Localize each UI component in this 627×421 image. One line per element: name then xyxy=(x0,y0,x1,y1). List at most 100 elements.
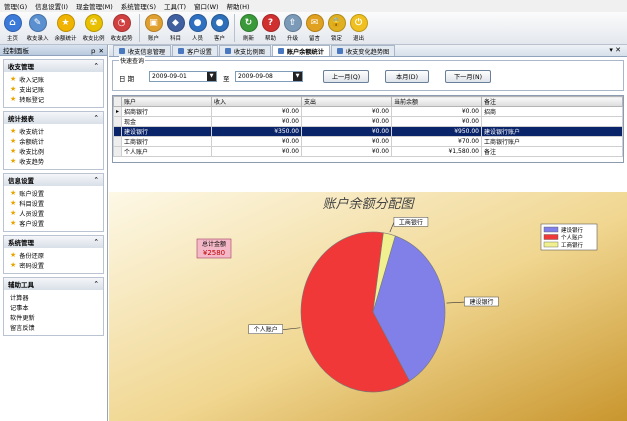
tab-1[interactable]: 客户设置 xyxy=(172,45,218,56)
star-icon: ★ xyxy=(10,209,17,217)
dropdown-arrow-icon[interactable]: ▼ xyxy=(293,72,302,81)
date-from-field[interactable]: 2009-09-01 ▼ xyxy=(149,71,217,82)
sidebar-item-label: 密码设置 xyxy=(19,262,45,270)
toolbar-button-4[interactable]: ◔ 收支趋势 xyxy=(108,12,135,44)
customer-icon: ● xyxy=(210,14,229,32)
sidebar-item[interactable]: ★ 账户设置 xyxy=(10,188,99,198)
total-amount-value: ¥2580 xyxy=(203,249,225,257)
sidebar-section-title: 信息设置 xyxy=(8,177,34,185)
close-tab-icon[interactable]: ▾ ✕ xyxy=(609,46,621,54)
sidebar-item[interactable]: 软件更新 xyxy=(10,312,99,322)
collapse-icon[interactable]: ⌃ xyxy=(94,238,99,246)
this-month-button[interactable]: 本月(D) xyxy=(385,70,429,83)
sidebar-item[interactable]: ★ 收支比例 xyxy=(10,146,99,156)
toolbar-button-2[interactable]: ★ 余额统计 xyxy=(52,12,79,44)
toolbar-button-label: 账户 xyxy=(147,36,159,42)
toolbar-button-6[interactable]: ◆ 科目 xyxy=(165,12,186,44)
menu-item-6[interactable]: 帮助(H) xyxy=(227,1,250,11)
row-header[interactable] xyxy=(113,146,122,157)
sidebar-item-label: 客户设置 xyxy=(19,220,45,228)
table-row[interactable]: 现金 ¥0.00 ¥0.00 ¥0.00 xyxy=(113,116,623,127)
toolbar-button-5[interactable]: ▣ 账户 xyxy=(143,12,164,44)
message-icon: ✉ xyxy=(305,14,324,32)
toolbar-button-3[interactable]: ☢ 收支比例 xyxy=(80,12,107,44)
collapse-icon[interactable]: ⌃ xyxy=(94,176,99,184)
toolbar-button-12[interactable]: ✉ 留言 xyxy=(304,12,325,44)
sidebar-section: 信息设置 ⌃ ★ 账户设置 ★ 科目设置 ★ 人员设置 ★ 客户设置 xyxy=(3,173,104,232)
menu-item-5[interactable]: 窗口(W) xyxy=(194,1,219,11)
toolbar-button-14[interactable]: ⏻ 退出 xyxy=(348,12,369,44)
date-to-field[interactable]: 2009-09-08 ▼ xyxy=(235,71,303,82)
pin-close-icon[interactable]: ｐ ✕ xyxy=(90,45,104,55)
column-header[interactable]: 备注 xyxy=(481,96,623,107)
sidebar-item[interactable]: ★ 收支趋势 xyxy=(10,156,99,166)
column-header[interactable]: 收入 xyxy=(211,96,302,107)
menu-item-1[interactable]: 信息设置(I) xyxy=(35,1,68,11)
collapse-icon[interactable]: ⌃ xyxy=(94,114,99,122)
toolbar-button-label: 退出 xyxy=(352,36,364,42)
menu-item-3[interactable]: 系统管理(S) xyxy=(121,1,156,11)
menu-item-4[interactable]: 工具(T) xyxy=(164,1,186,11)
sidebar-item[interactable]: ★ 支出记账 xyxy=(10,84,99,94)
toolbar-button-1[interactable]: ✎ 收支录入 xyxy=(24,12,51,44)
toolbar-button-label: 收支比例 xyxy=(82,36,105,42)
table-cell: ¥0.00 xyxy=(391,116,482,127)
slice-label: 个人账户 xyxy=(254,326,278,334)
toolbar-button-13[interactable]: 🔒 锁定 xyxy=(326,12,347,44)
tab-2[interactable]: 收支比例图 xyxy=(218,45,271,56)
row-header[interactable]: ▸ xyxy=(113,106,122,117)
column-header[interactable]: 当前余额 xyxy=(391,96,482,107)
next-month-button[interactable]: 下一月(N) xyxy=(445,70,491,83)
sidebar-section-header[interactable]: 系统管理 ⌃ xyxy=(4,236,103,248)
sidebar-item[interactable]: ★ 人员设置 xyxy=(10,208,99,218)
row-header[interactable] xyxy=(113,136,122,147)
table-cell: ¥350.00 xyxy=(211,126,302,137)
sidebar-section-header[interactable]: 辅助工具 ⌃ xyxy=(4,278,103,290)
column-header[interactable]: 支出 xyxy=(301,96,392,107)
sidebar-section: 系统管理 ⌃ ★ 备份还原 ★ 密码设置 xyxy=(3,235,104,274)
menu-item-0[interactable]: 管理(G) xyxy=(4,1,27,11)
sidebar-section-header[interactable]: 信息设置 ⌃ xyxy=(4,174,103,186)
toolbar-button-10[interactable]: ? 帮助 xyxy=(260,12,281,44)
sidebar-item[interactable]: 计算器 xyxy=(10,292,99,302)
table-row[interactable]: 个人账户 ¥0.00 ¥0.00 ¥1,580.00 备注 xyxy=(113,146,623,157)
sidebar-item[interactable]: ★ 客户设置 xyxy=(10,218,99,228)
slice-label: 工商银行 xyxy=(399,218,423,226)
sidebar-section-body: ★ 账户设置 ★ 科目设置 ★ 人员设置 ★ 客户设置 xyxy=(4,186,103,231)
toolbar-button-7[interactable]: ● 人员 xyxy=(187,12,208,44)
sidebar-section-header[interactable]: 统计报表 ⌃ xyxy=(4,112,103,124)
toolbar-button-9[interactable]: ↻ 刷新 xyxy=(238,12,259,44)
menu-item-2[interactable]: 现金管理(M) xyxy=(76,1,113,11)
dropdown-arrow-icon[interactable]: ▼ xyxy=(207,72,216,81)
toolbar-button-label: 升级 xyxy=(286,36,298,42)
sidebar-item[interactable]: ★ 转账登记 xyxy=(10,94,99,104)
table-row[interactable]: 工商银行 ¥0.00 ¥0.00 ¥70.00 工商银行账户 xyxy=(113,136,623,147)
collapse-icon[interactable]: ⌃ xyxy=(94,280,99,288)
prev-month-button[interactable]: 上一月(Q) xyxy=(323,70,369,83)
subject-icon: ◆ xyxy=(166,14,185,32)
sidebar-item[interactable]: ★ 收入记账 xyxy=(10,74,99,84)
sidebar-item[interactable]: ★ 科目设置 xyxy=(10,198,99,208)
sidebar-section: 辅助工具 ⌃ 计算器 记事本 软件更新 留言反馈 xyxy=(3,277,104,336)
row-header[interactable] xyxy=(113,126,122,137)
sidebar-item[interactable]: ★ 备份还原 xyxy=(10,250,99,260)
sidebar-item[interactable]: ★ 密码设置 xyxy=(10,260,99,270)
toolbar-button-label: 人员 xyxy=(191,36,203,42)
collapse-icon[interactable]: ⌃ xyxy=(94,62,99,70)
sidebar-item[interactable]: ★ 余额统计 xyxy=(10,136,99,146)
tab-3[interactable]: 账户余额统计 xyxy=(271,45,330,56)
toolbar-button-11[interactable]: ⇧ 升级 xyxy=(282,12,303,44)
star-icon: ★ xyxy=(10,85,17,93)
tab-0[interactable]: 收支信息管理 xyxy=(113,45,172,56)
sidebar-item[interactable]: 记事本 xyxy=(10,302,99,312)
table-row[interactable]: ▸ 招商银行 ¥0.00 ¥0.00 ¥0.00 招商 xyxy=(113,106,623,117)
tab-4[interactable]: 收支变化趋势图 xyxy=(330,45,396,56)
row-header[interactable] xyxy=(113,116,122,127)
sidebar-item[interactable]: 留言反馈 xyxy=(10,322,99,332)
sidebar-section-header[interactable]: 收支管理 ⌃ xyxy=(4,60,103,72)
sidebar-item[interactable]: ★ 收支统计 xyxy=(10,126,99,136)
toolbar-button-0[interactable]: ⌂ 主页 xyxy=(2,12,23,44)
table-row[interactable]: 建设银行 ¥350.00 ¥0.00 ¥950.00 建设银行账户 xyxy=(113,126,623,137)
toolbar-button-8[interactable]: ● 客户 xyxy=(209,12,230,44)
column-header[interactable]: 账户 xyxy=(121,96,212,107)
